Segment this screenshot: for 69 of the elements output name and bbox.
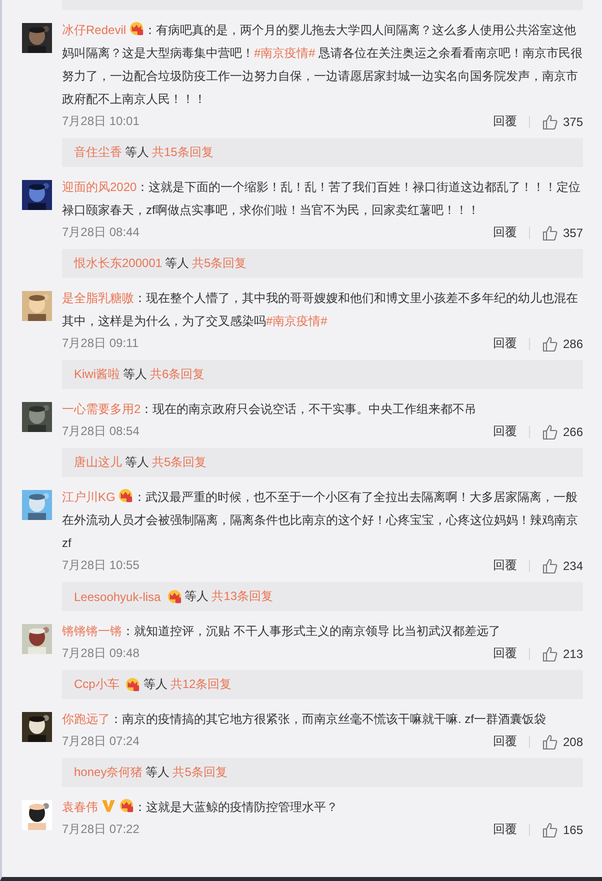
- reply-user-name[interactable]: Leesoohyuk-lisa: [74, 590, 161, 604]
- timestamp: 7月28日 07:24: [62, 733, 140, 750]
- comment-text: 一心需要多用2：现在的南京政府只会说空话，不干实事。中央工作组来都不吊: [62, 401, 478, 418]
- reply-count-link[interactable]: 共15条回复: [152, 144, 214, 161]
- comment-text: 是全脂乳糖嗷：现在整个人懵了，其中我的哥哥嫂嫂和他们和博文里小孩差不多年纪的幼儿也混在其中，这样是为什么，为了交叉感染吗#南京疫情#: [62, 290, 579, 330]
- comment-text: 冰仔Redevil ：有病吧真的是，两个月的婴儿拖去大学四人间隔离？这么多人使用公共浴室这他妈叫隔离？这是大型病毒集中营吧！#南京疫情# 恳请各位在关注奥运之余看看南京吧！南京市民很努力了，一边配合垃圾防疫工作一边努力自保，一边请愿居家封城一边实名向国务院发声，南京市政府配不上南京人民！！！: [62, 20, 583, 108]
- reply-summary-text: 等人: [125, 144, 149, 161]
- timestamp: 7月28日 08:44: [62, 224, 140, 241]
- timestamp: 7月28日 10:01: [62, 113, 140, 130]
- reply-link[interactable]: 回覆: [492, 733, 517, 750]
- thumbs-up-icon[interactable]: [542, 734, 558, 750]
- like-count: 234: [562, 558, 583, 572]
- reply-link[interactable]: 回覆: [492, 113, 517, 130]
- reply-summary-text: 等人: [146, 764, 170, 781]
- comment-text: 江户川KG ：武汉最严重的时候，也不至于一个小区有了全拉出去隔离啊！大多居家隔离，一般在外流动人员才会被强制隔离，隔离条件也比南京的这个好！心疼宝宝，心疼这位妈妈！辣鸡南京zf: [62, 487, 579, 552]
- thumbs-up-icon[interactable]: [542, 424, 558, 440]
- like-count: 165: [562, 822, 583, 836]
- reply-user-name[interactable]: 恨水长东200001: [74, 255, 162, 272]
- reply-count-link[interactable]: 共5条回复: [172, 764, 228, 781]
- user-name[interactable]: 锵锵锵一锵: [62, 624, 122, 638]
- reply-link[interactable]: 回覆: [492, 821, 517, 838]
- like-count: 213: [562, 646, 583, 660]
- reply-user-name[interactable]: 音住尘香: [74, 144, 122, 161]
- thumbs-up-icon[interactable]: [542, 646, 558, 662]
- thumbs-up-icon[interactable]: [542, 224, 558, 240]
- reply-summary-text: 等人: [143, 676, 168, 693]
- reply-summary-text: 等人: [125, 454, 149, 471]
- timestamp: 7月28日 10:55: [62, 557, 140, 574]
- reply-user-name[interactable]: Kiwi酱啦: [74, 366, 120, 383]
- reply-link[interactable]: 回覆: [492, 335, 517, 352]
- like-count: 208: [562, 734, 583, 748]
- reply-count-link[interactable]: 共5条回复: [152, 454, 207, 471]
- timestamp: 7月28日 09:11: [62, 335, 138, 352]
- comment-text: 锵锵锵一锵：就知道控评，沉贴 不干人事形式主义的南京领导 比当初武汉都差远了: [62, 623, 502, 640]
- comment-text: 袁春伟 ：这就是大蓝鲸的疫情防控管理水平？: [62, 797, 339, 816]
- user-name[interactable]: 袁春伟: [62, 800, 98, 814]
- reply-count-link[interactable]: 共6条回复: [150, 366, 205, 383]
- like-count: 375: [562, 114, 583, 128]
- like-count: 266: [562, 424, 583, 438]
- reply-summary-text: 等人: [165, 255, 190, 272]
- reply-summary-text: 等人: [123, 366, 148, 383]
- reply-link[interactable]: 回覆: [492, 557, 517, 574]
- reply-count-link[interactable]: 共5条回复: [192, 255, 247, 272]
- thumbs-up-icon[interactable]: [542, 822, 558, 838]
- like-count: 286: [562, 336, 583, 350]
- reply-user-name[interactable]: 唐山这儿: [74, 454, 122, 471]
- timestamp: 7月28日 08:54: [62, 423, 140, 440]
- reply-count-link[interactable]: 共12条回复: [170, 676, 232, 693]
- reply-user-name[interactable]: Ccp小车: [74, 676, 120, 693]
- timestamp: 7月28日 07:22: [62, 821, 140, 838]
- thumbs-up-icon[interactable]: [542, 558, 558, 574]
- reply-link[interactable]: 回覆: [492, 645, 517, 662]
- user-name[interactable]: 一心需要多用2: [62, 402, 141, 416]
- reply-summary-text: 等人: [184, 588, 209, 605]
- reply-user-name[interactable]: honey奈何猪: [74, 764, 143, 781]
- user-name[interactable]: 你跑远了: [62, 712, 110, 726]
- reply-link[interactable]: 回覆: [492, 423, 517, 440]
- user-name[interactable]: 迎面的风2020: [62, 180, 137, 194]
- user-name[interactable]: 冰仔Redevil: [62, 23, 126, 37]
- comment-text: 迎面的风2020：这就是下面的一个缩影！乱！乱！苦了我们百姓！禄口街道这边都乱了！！！定位禄口颐家春天，zf啊做点实事吧，求你们啦！当官不为民，回家卖红薯吧！！！: [62, 179, 582, 219]
- reply-count-link[interactable]: 共13条回复: [212, 588, 274, 605]
- thumbs-up-icon[interactable]: [542, 336, 558, 352]
- user-name[interactable]: 是全脂乳糖嗷: [62, 291, 134, 305]
- comment-text: 你跑远了：南京的疫情搞的其它地方很紧张，而南京丝毫不慌该干嘛就干嘛. zf一群酒囊饭袋: [62, 711, 548, 728]
- user-name[interactable]: 江户川KG: [62, 490, 116, 504]
- reply-link[interactable]: 回覆: [492, 224, 517, 241]
- like-count: 357: [562, 226, 583, 240]
- thumbs-up-icon[interactable]: [542, 114, 558, 130]
- timestamp: 7月28日 09:48: [62, 645, 140, 662]
